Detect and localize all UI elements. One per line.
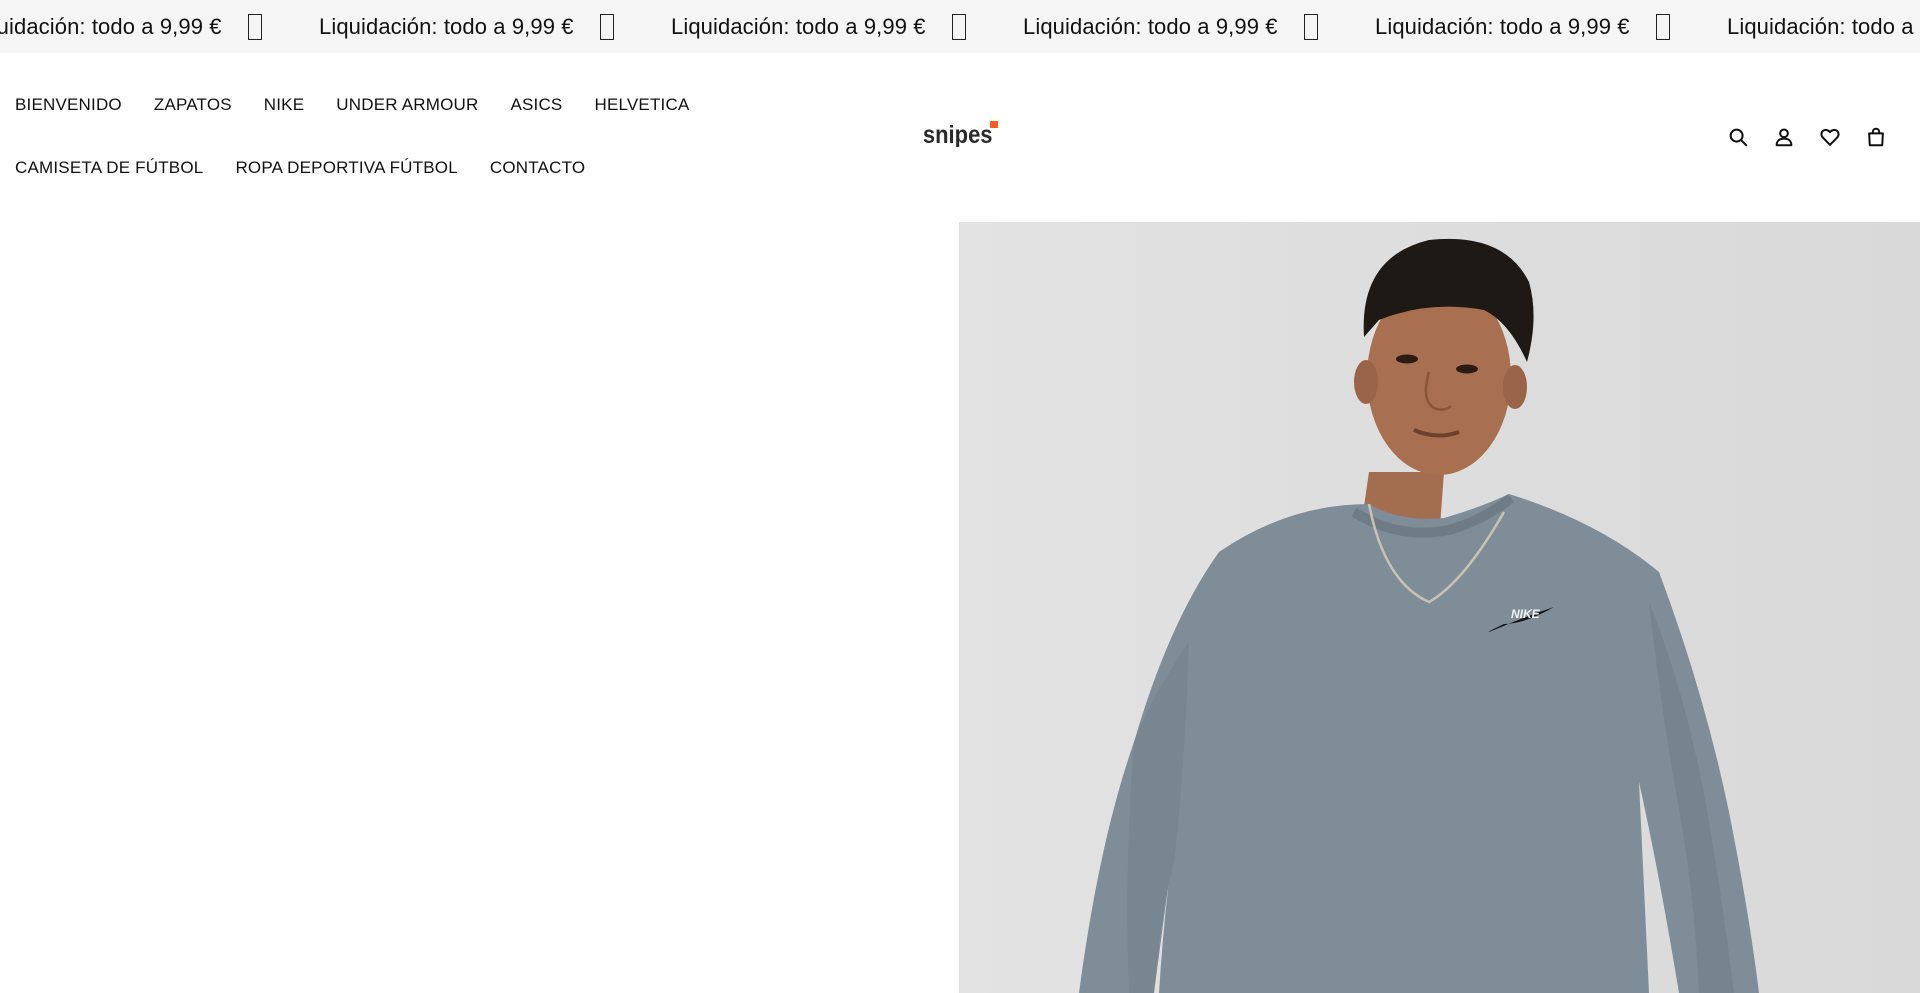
brand-mark-text: NIKE — [1511, 607, 1541, 621]
nav-link-ropa-deportiva-futbol[interactable]: ROPA DEPORTIVA FÚTBOL — [235, 158, 457, 178]
hero-blank-panel — [0, 222, 959, 993]
announcement-text: Liquidación: todo a 9,99 € — [1727, 13, 1920, 39]
announcement-item[interactable]: Liquidación: todo a 9,99 € — [671, 13, 1023, 40]
announcement-separator-icon — [1656, 13, 1670, 40]
announcement-separator-icon — [248, 13, 262, 40]
cart-icon[interactable] — [1864, 125, 1888, 149]
nav-link-asics[interactable]: ASICS — [510, 95, 562, 115]
hero-section: NIKE — [0, 222, 1920, 993]
announcement-bar: Liquidación: todo a 9,99 € Liquidación: … — [0, 0, 1920, 53]
announcement-separator-icon — [952, 13, 966, 40]
nav-link-bienvenido[interactable]: BIENVENIDO — [15, 95, 122, 115]
nav-link-nike[interactable]: NIKE — [264, 95, 304, 115]
nav-link-under-armour[interactable]: UNDER ARMOUR — [336, 95, 478, 115]
nav-link-contacto[interactable]: CONTACTO — [490, 158, 585, 178]
logo-text: snipes — [923, 121, 993, 147]
logo-accent-square — [990, 121, 998, 128]
hero-product-image[interactable]: NIKE — [959, 222, 1920, 993]
announcement-item[interactable]: Liquidación: todo a 9,99 € — [1375, 13, 1727, 40]
model-in-sweatshirt-illustration: NIKE — [1079, 238, 1759, 993]
nav-link-camiseta-de-futbol[interactable]: CAMISETA DE FÚTBOL — [15, 158, 203, 178]
nav-link-helvetica[interactable]: HELVETICA — [594, 95, 689, 115]
snipes-logo-icon: snipes — [923, 121, 998, 148]
announcement-separator-icon — [600, 13, 614, 40]
announcement-item[interactable]: Liquidación: todo a 9,99 € — [1023, 13, 1375, 40]
announcement-text: Liquidación: todo a 9,99 € — [319, 13, 574, 39]
nav-link-zapatos[interactable]: ZAPATOS — [154, 95, 232, 115]
announcement-item[interactable]: Liquidación: todo a 9,99 € — [1727, 14, 1920, 40]
announcement-text: Liquidación: todo a 9,99 € — [0, 13, 222, 39]
search-icon[interactable] — [1726, 125, 1750, 149]
account-icon[interactable] — [1772, 125, 1796, 149]
announcement-text: Liquidación: todo a 9,99 € — [1375, 13, 1630, 39]
announcement-text: Liquidación: todo a 9,99 € — [1023, 13, 1278, 39]
main-nav-row-1: BIENVENIDO ZAPATOS NIKE UNDER ARMOUR ASI… — [15, 95, 690, 115]
announcement-separator-icon — [1304, 13, 1318, 40]
header-icon-group — [1726, 125, 1888, 149]
announcement-item[interactable]: Liquidación: todo a 9,99 € — [0, 13, 319, 40]
announcement-track: Liquidación: todo a 9,99 € Liquidación: … — [0, 0, 1920, 53]
announcement-text: Liquidación: todo a 9,99 € — [671, 13, 926, 39]
wishlist-icon[interactable] — [1818, 125, 1842, 149]
site-header: BIENVENIDO ZAPATOS NIKE UNDER ARMOUR ASI… — [0, 53, 1920, 222]
announcement-item[interactable]: Liquidación: todo a 9,99 € — [319, 13, 671, 40]
site-logo[interactable]: snipes — [922, 119, 1000, 148]
main-nav-row-2: CAMISETA DE FÚTBOL ROPA DEPORTIVA FÚTBOL… — [15, 158, 585, 178]
